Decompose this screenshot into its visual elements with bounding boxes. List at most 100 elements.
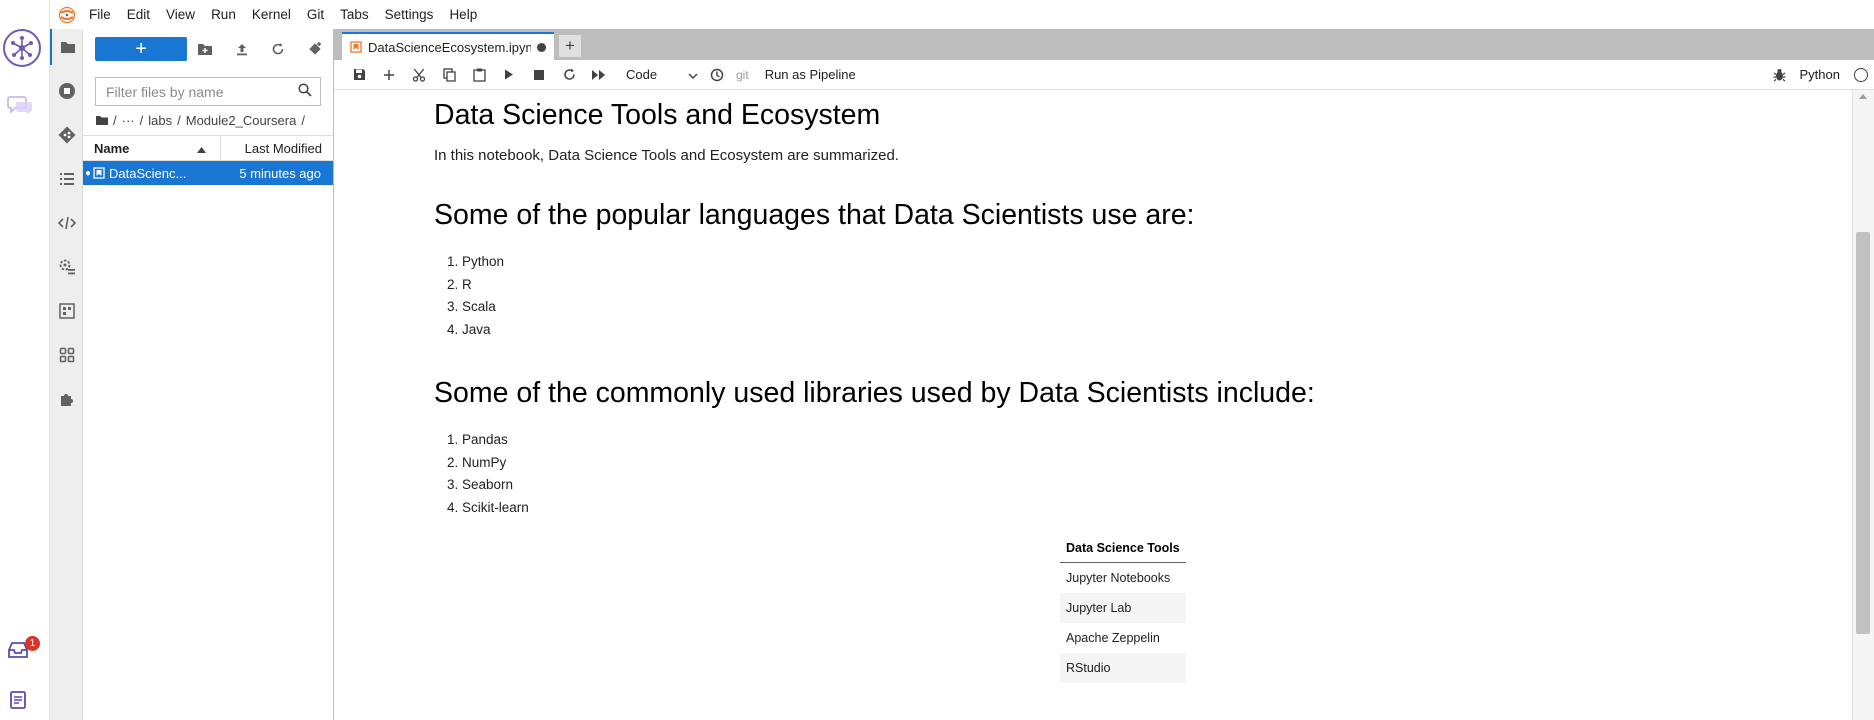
restart-kernel-icon[interactable] [554, 63, 584, 87]
list-item: Seaborn [462, 474, 1734, 497]
activity-bar [50, 29, 83, 720]
breadcrumb-separator: / [301, 113, 305, 128]
tools-table-wrapper: Data Science Tools Jupyter Notebooks Jup… [1060, 533, 1734, 683]
history-icon[interactable] [702, 63, 732, 87]
table-of-contents-icon[interactable] [50, 161, 83, 197]
kernel-name[interactable]: Python [1800, 67, 1840, 82]
chevron-down-icon [688, 67, 698, 82]
file-browser-icon[interactable] [50, 29, 83, 65]
list-item: Python [462, 251, 1734, 274]
inbox-icon[interactable]: 1 [7, 636, 40, 663]
git-clone-icon[interactable] [297, 37, 333, 61]
kernel-status-icon [1854, 67, 1868, 82]
intro-text: In this notebook, Data Science Tools and… [434, 147, 899, 164]
refresh-icon[interactable] [260, 37, 296, 61]
menu-run[interactable]: Run [203, 0, 244, 29]
column-name-header[interactable]: Name [83, 136, 221, 160]
notebook-file-icon [93, 167, 105, 179]
table-cell: Apache Zeppelin [1066, 630, 1160, 645]
run-cell-icon[interactable] [494, 63, 524, 87]
table-row: RStudio [1060, 652, 1186, 683]
menu-view[interactable]: View [158, 0, 203, 29]
menu-help[interactable]: Help [441, 0, 485, 29]
save-icon[interactable] [344, 63, 374, 87]
extension-grid-icon[interactable] [50, 337, 83, 373]
running-sessions-icon[interactable] [50, 73, 83, 109]
notebook-tab-icon [350, 41, 362, 53]
extension-manager-icon[interactable] [50, 381, 83, 417]
breadcrumb-separator: / [139, 113, 144, 128]
insert-cell-icon[interactable] [374, 63, 404, 87]
notebook-panel: DataScienceEcosystem.ipyn + Code git Run… [334, 29, 1874, 720]
tab-label: DataScienceEcosystem.ipyn [368, 39, 531, 55]
column-modified-header[interactable]: Last Modified [221, 141, 333, 156]
cell-type-value: Code [626, 67, 658, 82]
new-folder-icon[interactable] [187, 37, 223, 61]
scrollbar[interactable] [1852, 90, 1874, 720]
scrollbar-thumb[interactable] [1856, 232, 1870, 634]
file-list-header: Name Last Modified [83, 135, 333, 161]
breadcrumb-separator: / [177, 113, 181, 128]
jupyter-logo-icon [53, 6, 81, 24]
file-browser-toolbar: + [83, 29, 333, 69]
unsaved-indicator-icon[interactable] [537, 42, 546, 52]
file-filter-box [95, 77, 321, 106]
component-catalog-icon[interactable] [50, 293, 83, 329]
git-icon[interactable] [50, 117, 83, 153]
menu-edit[interactable]: Edit [119, 0, 158, 29]
markdown-cell[interactable]: Data Science Tools and Ecosystem In this… [434, 97, 1734, 683]
ide-strip: 1 [0, 0, 50, 720]
chat-icon[interactable] [7, 94, 33, 119]
menu-bar: File Edit View Run Kernel Git Tabs Setti… [50, 0, 1874, 29]
breadcrumb-labs[interactable]: labs [148, 113, 172, 128]
menu-settings[interactable]: Settings [377, 0, 442, 29]
restart-run-all-icon[interactable] [584, 63, 614, 87]
list-item: Scikit-learn [462, 497, 1734, 520]
debugger-icon[interactable] [1773, 68, 1786, 82]
menu-tabs[interactable]: Tabs [332, 0, 377, 29]
code-snippets-icon[interactable] [50, 205, 83, 241]
runtimes-icon[interactable] [50, 249, 83, 285]
notebook-title: Data Science Tools and Ecosystem [434, 99, 881, 131]
toolbar-right: Python [1773, 67, 1874, 82]
table-cell: Jupyter Notebooks [1066, 570, 1171, 585]
copy-icon[interactable] [434, 63, 464, 87]
tools-table: Data Science Tools Jupyter Notebooks Jup… [1060, 533, 1186, 683]
git-diff-label[interactable]: git [736, 68, 749, 82]
new-launcher-button[interactable]: + [95, 37, 188, 61]
scroll-up-arrow-icon[interactable] [1859, 94, 1867, 99]
cut-icon[interactable] [404, 63, 434, 87]
upload-icon[interactable] [224, 37, 260, 61]
table-row: Apache Zeppelin [1060, 623, 1186, 653]
column-name-label: Name [94, 140, 130, 156]
notes-icon[interactable] [8, 690, 28, 713]
notebook-toolbar: Code git Run as Pipeline Python [334, 60, 1874, 90]
table-cell: Jupyter Lab [1060, 592, 1186, 623]
file-list-item[interactable]: ● DataScienc... 5 minutes ago [83, 161, 333, 185]
running-indicator-icon: ● [84, 167, 92, 179]
tab-notebook[interactable]: DataScienceEcosystem.ipyn [342, 32, 554, 60]
file-name: DataScienc... [109, 165, 187, 181]
interrupt-kernel-icon[interactable] [524, 63, 554, 87]
home-folder-icon[interactable] [96, 113, 108, 128]
sort-ascending-icon [197, 141, 206, 156]
table-header: Data Science Tools [1060, 533, 1186, 564]
menu-kernel[interactable]: Kernel [244, 0, 299, 29]
menu-git[interactable]: Git [299, 0, 332, 29]
list-item: Pandas [462, 429, 1734, 452]
menu-file[interactable]: File [81, 0, 119, 29]
breadcrumb-separator: / [113, 113, 117, 128]
breadcrumb: / ··· / labs / Module2_Coursera / [83, 106, 333, 135]
paste-icon[interactable] [464, 63, 494, 87]
languages-heading: Some of the popular languages that Data … [434, 199, 1195, 231]
cell-type-select[interactable]: Code [614, 67, 702, 82]
table-row: Jupyter Lab [1060, 592, 1186, 623]
tab-bar: DataScienceEcosystem.ipyn + [334, 29, 1874, 60]
breadcrumb-ellipsis[interactable]: ··· [122, 113, 135, 128]
ide-logo-icon[interactable] [3, 29, 41, 67]
add-tab-button[interactable]: + [558, 34, 582, 58]
notebook-content: Data Science Tools and Ecosystem In this… [334, 90, 1852, 720]
run-as-pipeline-button[interactable]: Run as Pipeline [765, 67, 856, 82]
file-filter-input[interactable] [104, 82, 298, 101]
breadcrumb-module2[interactable]: Module2_Coursera [186, 113, 297, 128]
